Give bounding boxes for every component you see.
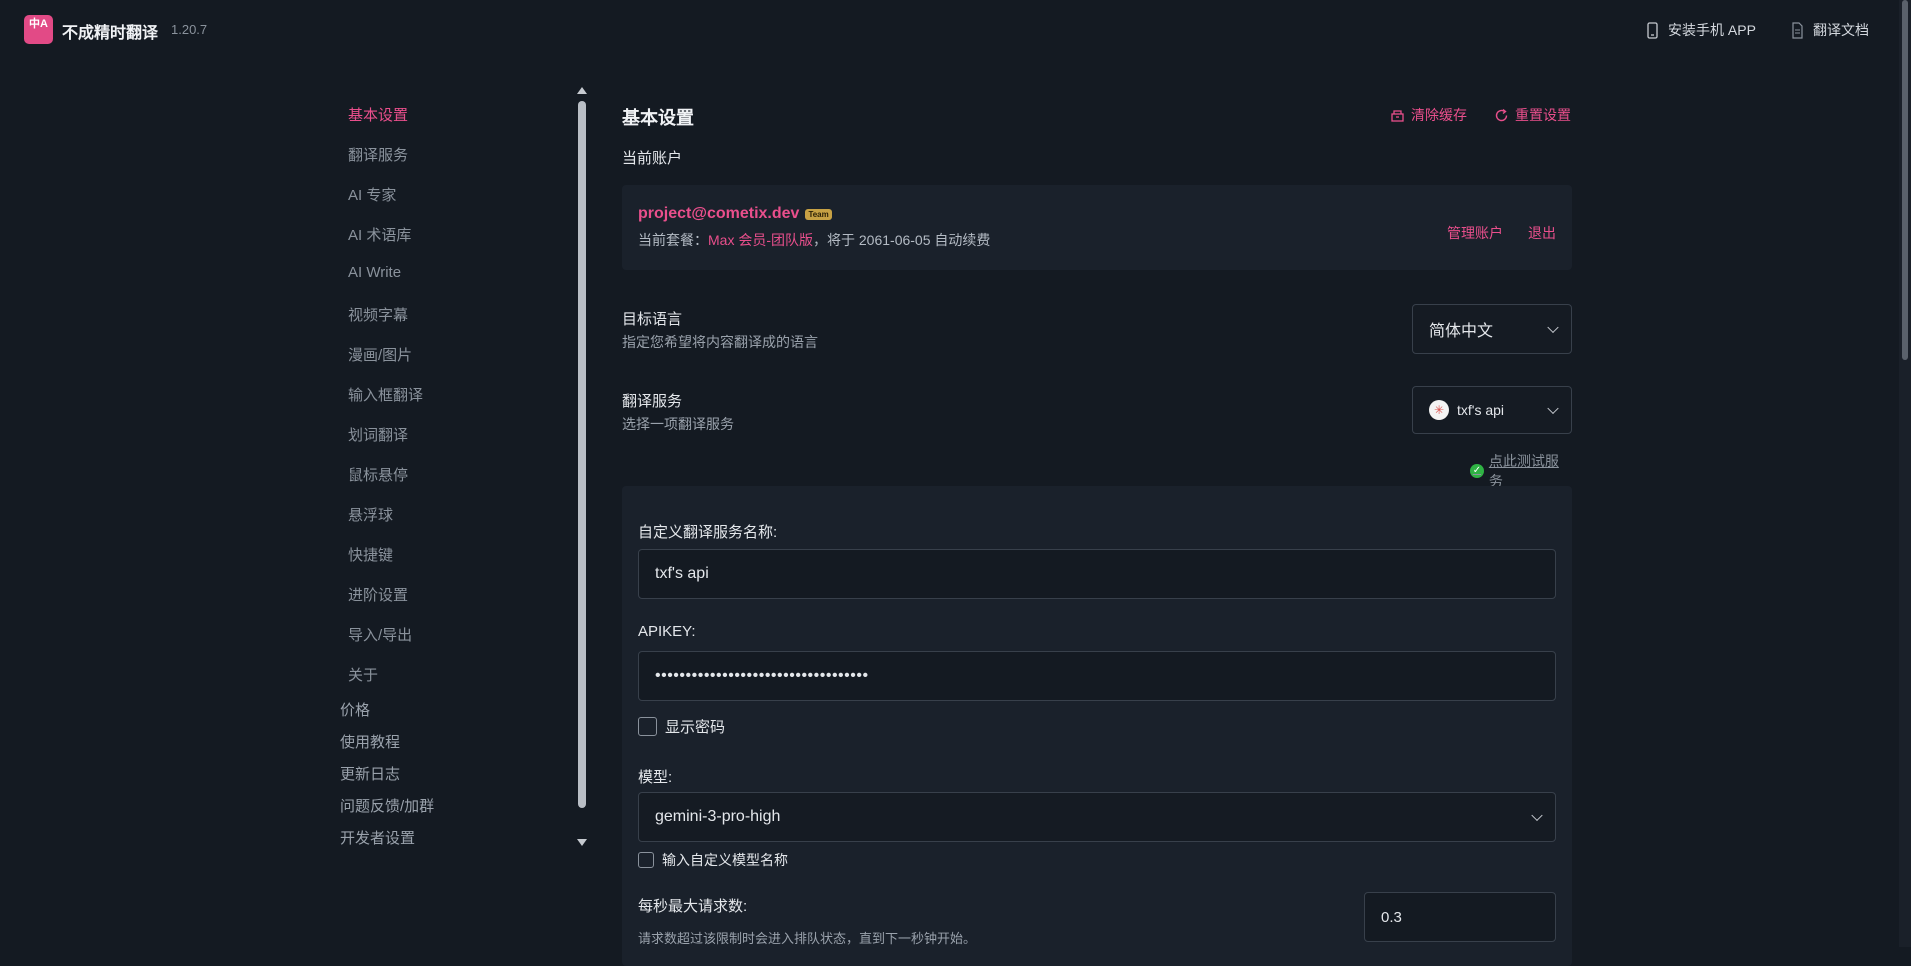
apikey-value: ••••••••••••••••••••••••••••••••••• (655, 667, 869, 684)
model-label: 模型: (638, 769, 673, 786)
target-language-select[interactable]: 简体中文 (1412, 304, 1572, 354)
model-select[interactable]: gemini-3-pro-high (638, 792, 1556, 842)
sidebar-item-selection-translation[interactable]: 划词翻译 (348, 424, 408, 445)
translation-service-select[interactable]: ✳ txf's api (1412, 386, 1572, 434)
sidebar-link-changelog[interactable]: 更新日志 (340, 763, 400, 784)
page-title: 基本设置 (622, 108, 694, 128)
target-language-value: 简体中文 (1429, 323, 1494, 340)
install-app-label: 安装手机 APP (1668, 22, 1756, 38)
manage-account-link[interactable]: 管理账户 (1447, 223, 1503, 243)
chevron-down-icon (1547, 402, 1559, 415)
docs-link[interactable]: 翻译文档 (1790, 20, 1869, 40)
translation-service-value: txf's api (1457, 402, 1505, 418)
cache-icon (1391, 109, 1404, 122)
test-service-link[interactable]: ✓ 点此测试服务 (1470, 451, 1572, 491)
scroll-down-icon[interactable] (577, 839, 587, 846)
sidebar-scrollbar[interactable] (574, 83, 590, 851)
rps-value: 0.3 (1381, 908, 1402, 926)
checkbox-icon[interactable] (638, 717, 657, 736)
app-logo: 中A (24, 15, 53, 44)
account-section-label: 当前账户 (622, 150, 683, 167)
sidebar-item-import-export[interactable]: 导入/导出 (348, 624, 412, 645)
docs-label: 翻译文档 (1813, 22, 1869, 38)
custom-service-panel: 自定义翻译服务名称: txf's api APIKEY: •••••••••••… (622, 486, 1572, 966)
sidebar-scroll-thumb[interactable] (578, 101, 586, 808)
page-scrollbar[interactable] (1899, 0, 1911, 947)
service-logo-icon: ✳ (1429, 400, 1449, 420)
team-badge: Team (805, 208, 832, 220)
app-name: 不成精时翻译 (62, 25, 159, 42)
model-value: gemini-3-pro-high (655, 808, 781, 825)
account-plan: 当前套餐：Max 会员-团队版，将于 2061-06-05 自动续费 (638, 230, 990, 250)
plan-suffix: ，将于 2061-06-05 自动续费 (813, 232, 991, 248)
custom-model-label: 输入自定义模型名称 (662, 852, 788, 868)
sidebar-item-video-subtitles[interactable]: 视频字幕 (348, 304, 408, 325)
sidebar-item-ai-write[interactable]: AI Write (348, 264, 401, 281)
clear-cache-label: 清除缓存 (1411, 107, 1467, 123)
reset-icon (1495, 108, 1508, 121)
plan-name[interactable]: Max 会员-团队版 (708, 232, 813, 248)
translation-service-label: 翻译服务 (622, 393, 683, 410)
install-app-link[interactable]: 安装手机 APP (1645, 20, 1756, 40)
custom-name-value: txf's api (655, 565, 709, 582)
sidebar-item-mouse-hover[interactable]: 鼠标悬停 (348, 464, 408, 485)
plan-prefix: 当前套餐： (638, 232, 708, 248)
account-email: project@cometix.dev Team (638, 205, 832, 223)
sidebar-item-shortcuts[interactable]: 快捷键 (348, 544, 393, 565)
sidebar-link-tutorial[interactable]: 使用教程 (340, 731, 400, 752)
translation-service-hint: 选择一项翻译服务 (622, 416, 734, 432)
target-language-hint: 指定您希望将内容翻译成的语言 (622, 334, 818, 350)
custom-name-label: 自定义翻译服务名称: (638, 524, 778, 541)
check-circle-icon: ✓ (1470, 464, 1484, 478)
reset-settings-button[interactable]: 重置设置 (1494, 105, 1571, 125)
page-scroll-thumb[interactable] (1902, 0, 1908, 360)
sidebar-item-ai-glossary[interactable]: AI 术语库 (348, 224, 411, 245)
checkbox-icon[interactable] (638, 852, 654, 868)
show-password-checkbox[interactable]: 显示密码 (638, 716, 725, 737)
test-service-label: 点此测试服务 (1488, 453, 1559, 489)
clear-cache-button[interactable]: 清除缓存 (1390, 105, 1467, 125)
sidebar-link-pricing[interactable]: 价格 (340, 699, 370, 720)
account-email-text: project@cometix.dev (638, 205, 800, 222)
logout-link[interactable]: 退出 (1528, 223, 1556, 243)
rps-input[interactable]: 0.3 (1364, 892, 1556, 942)
sidebar-link-developer[interactable]: 开发者设置 (340, 827, 415, 848)
sidebar-item-about[interactable]: 关于 (348, 664, 378, 685)
rps-hint: 请求数超过该限制时会进入排队状态，直到下一秒钟开始。 (638, 931, 977, 946)
apikey-label: APIKEY: (638, 623, 696, 640)
chevron-down-icon (1531, 809, 1543, 822)
sidebar-item-input-translation[interactable]: 输入框翻译 (348, 384, 423, 405)
apikey-input[interactable]: ••••••••••••••••••••••••••••••••••• (638, 651, 1556, 701)
custom-name-input[interactable]: txf's api (638, 549, 1556, 599)
document-icon (1792, 21, 1803, 39)
target-language-label: 目标语言 (622, 311, 683, 328)
app-version: 1.20.7 (171, 22, 208, 37)
custom-model-checkbox[interactable]: 输入自定义模型名称 (638, 850, 788, 870)
sidebar-item-floating-ball[interactable]: 悬浮球 (348, 504, 393, 525)
sidebar-item-comics-images[interactable]: 漫画/图片 (348, 344, 412, 365)
chevron-down-icon (1547, 321, 1559, 334)
sidebar-item-advanced[interactable]: 进阶设置 (348, 584, 408, 605)
phone-icon (1647, 21, 1658, 39)
top-bar: 中A 不成精时翻译 1.20.7 安装手机 APP 翻译文档 (0, 0, 1911, 58)
account-card: project@cometix.dev Team 当前套餐：Max 会员-团队版… (622, 185, 1572, 270)
scroll-up-icon[interactable] (577, 87, 587, 94)
rps-label: 每秒最大请求数: (638, 898, 748, 915)
reset-settings-label: 重置设置 (1515, 107, 1571, 123)
sidebar-link-feedback[interactable]: 问题反馈/加群 (340, 795, 434, 816)
show-password-label: 显示密码 (665, 719, 726, 736)
sidebar-item-translation-service[interactable]: 翻译服务 (348, 144, 408, 165)
sidebar-item-basic[interactable]: 基本设置 (348, 104, 408, 125)
sidebar-item-ai-expert[interactable]: AI 专家 (348, 184, 396, 205)
